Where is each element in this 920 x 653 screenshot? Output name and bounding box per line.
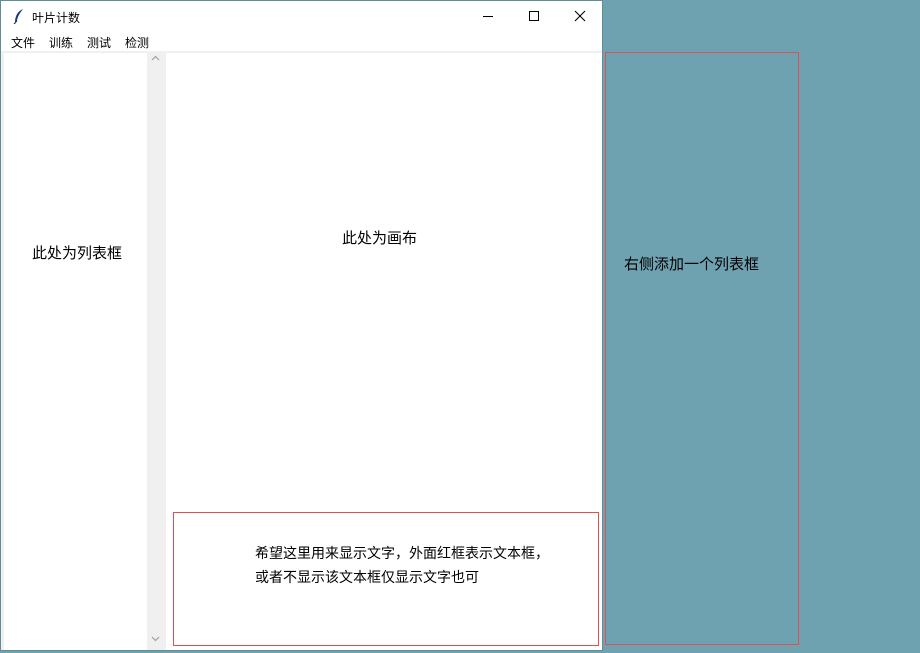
close-button[interactable] xyxy=(557,1,603,31)
menu-train[interactable]: 训练 xyxy=(49,34,73,51)
right-listbox-placeholder: 右侧添加一个列表框 xyxy=(605,52,799,645)
chevron-up-icon[interactable] xyxy=(151,55,160,61)
close-icon xyxy=(574,10,586,22)
canvas-placeholder-label: 此处为画布 xyxy=(342,229,418,247)
menu-detect[interactable]: 检测 xyxy=(125,34,149,51)
window-title: 叶片计数 xyxy=(32,11,81,25)
minimize-button[interactable] xyxy=(465,1,511,31)
menu-file[interactable]: 文件 xyxy=(11,34,35,51)
text-display-box: 希望这里用来显示文字，外面红框表示文本框， 或者不显示该文本框仅显示文字也可 xyxy=(173,512,599,646)
app-window: 叶片计数 文件 训练 测试 检测 此处为列表框 此处为画布 希望这里用来显示文字… xyxy=(0,0,603,651)
title-bar[interactable]: 叶片计数 xyxy=(1,1,602,31)
listbox-placeholder-label: 此处为列表框 xyxy=(32,244,123,262)
left-listbox[interactable]: 此处为列表框 xyxy=(4,53,147,650)
chevron-down-icon[interactable] xyxy=(151,636,160,642)
maximize-icon xyxy=(529,11,539,21)
listbox-scrollbar[interactable] xyxy=(147,53,164,650)
minimize-icon xyxy=(483,16,493,17)
textbox-line-1: 希望这里用来显示文字，外面红框表示文本框， xyxy=(255,546,549,562)
textbox-line-2: 或者不显示该文本框仅显示文字也可 xyxy=(255,570,479,586)
feather-icon xyxy=(12,8,26,25)
maximize-button[interactable] xyxy=(511,1,557,31)
menu-test[interactable]: 测试 xyxy=(87,34,111,51)
drawing-canvas[interactable]: 此处为画布 希望这里用来显示文字，外面红框表示文本框， 或者不显示该文本框仅显示… xyxy=(166,53,602,650)
menu-bar: 文件 训练 测试 检测 xyxy=(1,31,602,51)
right-listbox-label: 右侧添加一个列表框 xyxy=(624,255,760,273)
